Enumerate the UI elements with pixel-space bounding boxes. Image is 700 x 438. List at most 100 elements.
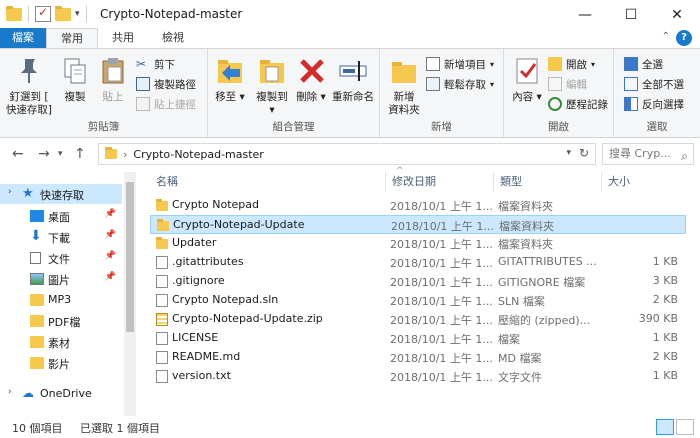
nav-item-desktop[interactable]: 桌面 📌 xyxy=(0,206,122,226)
nav-label: OneDrive xyxy=(40,387,92,400)
file-name: .gitattributes xyxy=(172,255,244,268)
close-button[interactable]: ✕ xyxy=(654,0,700,30)
nav-item-pdf[interactable]: PDF檔 xyxy=(0,311,122,331)
forward-arrow-icon[interactable]: → xyxy=(38,146,50,162)
table-row[interactable]: Crypto Notepad 2018/10/1 上午 1... 檔案資料夾 xyxy=(150,196,686,215)
copy-to-button[interactable]: 複製到 ▾ xyxy=(252,55,292,117)
nav-scrollbar[interactable] xyxy=(124,172,136,416)
edit-button[interactable]: 編輯 xyxy=(548,75,587,93)
pin-icon: 📌 xyxy=(104,272,116,282)
new-folder-button[interactable]: 新增 資料夾 xyxy=(386,55,422,117)
table-row[interactable]: Crypto-Notepad-Update 2018/10/1 上午 1... 檔案… xyxy=(150,215,686,234)
copy-path-button[interactable]: 複製路徑 xyxy=(136,75,196,93)
star-icon: ★ xyxy=(22,186,34,201)
history-button[interactable]: 歷程記錄 xyxy=(548,95,608,113)
column-header-type[interactable]: 類型 xyxy=(494,172,602,192)
properties-button[interactable]: 內容 ▾ xyxy=(510,55,544,104)
tab-view[interactable]: 檢視 xyxy=(148,28,198,48)
cut-button[interactable]: ✂ 剪下 xyxy=(136,55,175,73)
nav-item-assets[interactable]: 素材 xyxy=(0,332,122,352)
nav-label: 文件 xyxy=(48,253,70,266)
invert-selection-label: 反向選擇 xyxy=(642,98,684,111)
table-row[interactable]: .gitattributes 2018/10/1 上午 1... GITATTRIB… xyxy=(150,253,686,272)
refresh-icon[interactable]: ↻ xyxy=(579,146,589,160)
tab-share[interactable]: 共用 xyxy=(98,28,148,48)
file-list-scrollbar[interactable] xyxy=(688,172,700,416)
select-none-button[interactable]: 全部不選 xyxy=(624,75,684,93)
nav-item-documents[interactable]: 文件 📌 xyxy=(0,248,122,268)
file-date: 2018/10/1 上午 1... xyxy=(390,200,493,213)
help-icon[interactable]: ? xyxy=(676,30,692,46)
table-row[interactable]: version.txt 2018/10/1 上午 1... 文字文件 1 KB xyxy=(150,367,686,386)
cut-label: 剪下 xyxy=(154,58,175,71)
table-row[interactable]: .gitignore 2018/10/1 上午 1... GITIGNORE 檔案 3… xyxy=(150,272,686,291)
back-arrow-icon[interactable]: ← xyxy=(12,146,24,162)
nav-item-mp3[interactable]: MP3 xyxy=(0,290,122,310)
folder-icon xyxy=(30,294,44,306)
column-header-size[interactable]: 大小 xyxy=(602,172,686,192)
table-row[interactable]: LICENSE 2018/10/1 上午 1... 檔案 1 KB xyxy=(150,329,686,348)
paste-icon xyxy=(97,55,129,87)
table-row[interactable]: README.md 2018/10/1 上午 1... MD 檔案 2 KB xyxy=(150,348,686,367)
new-folder-label: 新增 資料夾 xyxy=(388,91,420,116)
nav-label: 圖片 xyxy=(48,274,70,287)
select-all-button[interactable]: 全選 xyxy=(624,55,663,73)
maximize-button[interactable]: ☐ xyxy=(608,0,654,30)
file-date: 2018/10/1 上午 1... xyxy=(390,238,493,251)
search-input[interactable]: 搜尋 Cryp... ⌕ xyxy=(602,143,694,165)
paste-button[interactable]: 貼上 xyxy=(96,55,130,104)
select-all-label: 全選 xyxy=(642,58,663,71)
pin-quick-access-button[interactable]: 釘選到 [ 快速存取] xyxy=(4,55,54,117)
nav-item-onedrive[interactable]: › ☁ OneDrive xyxy=(0,384,122,404)
table-row[interactable]: Crypto Notepad.sln 2018/10/1 上午 1... SLN 檔… xyxy=(150,291,686,310)
easy-access-button[interactable]: 輕鬆存取 ▾ xyxy=(426,75,494,93)
nav-item-downloads[interactable]: ⬇ 下載 📌 xyxy=(0,227,122,247)
breadcrumb[interactable]: Crypto-Notepad-master xyxy=(133,148,263,161)
title-bar: ✓ ▾ Crypto-Notepad-master — ☐ ✕ xyxy=(0,0,700,30)
copy-path-icon xyxy=(136,77,150,91)
address-bar[interactable]: › Crypto-Notepad-master ▾ ↻ xyxy=(98,143,596,165)
qat-dropdown-icon[interactable]: ▾ xyxy=(75,9,80,19)
recent-dropdown-icon[interactable]: ▾ xyxy=(58,149,63,159)
nav-item-quick-access[interactable]: › ★ 快速存取 xyxy=(0,184,122,204)
paste-shortcut-button[interactable]: 貼上捷徑 xyxy=(136,95,196,113)
minimize-button[interactable]: — xyxy=(562,0,608,30)
nav-label: 素材 xyxy=(48,337,70,350)
rename-button[interactable]: 重新命名 xyxy=(328,55,378,104)
nav-scrollbar-thumb[interactable] xyxy=(126,182,134,332)
copy-path-label: 複製路徑 xyxy=(154,78,196,91)
properties-check-icon[interactable]: ✓ xyxy=(35,5,51,22)
file-type: GITATTRIBUTES ... xyxy=(498,255,597,268)
table-row[interactable]: Updater 2018/10/1 上午 1... 檔案資料夾 xyxy=(150,234,686,253)
copy-button[interactable]: 複製 xyxy=(58,55,92,104)
copy-to-icon xyxy=(256,55,288,87)
new-folder-icon[interactable] xyxy=(55,5,71,21)
file-name: Crypto-Notepad-Update.zip xyxy=(172,312,323,325)
address-dropdown-icon[interactable]: ▾ xyxy=(566,148,571,158)
new-item-button[interactable]: 新增項目 ▾ xyxy=(426,55,494,73)
column-header-name[interactable]: 名稱 xyxy=(150,172,386,192)
details-view-icon[interactable] xyxy=(656,419,674,435)
group-clipboard: 釘選到 [ 快速存取] 複製 貼上 ✂ 剪下 複製路徑 貼上捷徑 剪貼簿 xyxy=(0,49,208,137)
invert-selection-button[interactable]: 反向選擇 xyxy=(624,95,684,113)
table-row[interactable]: Crypto-Notepad-Update.zip 2018/10/1 上午 1.… xyxy=(150,310,686,329)
open-button[interactable]: 開啟 ▾ xyxy=(548,55,595,73)
copy-label: 複製 xyxy=(64,91,86,103)
move-to-button[interactable]: 移至 ▾ xyxy=(212,55,248,104)
file-name: version.txt xyxy=(172,369,231,382)
tab-file[interactable]: 檔案 xyxy=(0,28,46,48)
ribbon-collapse-icon[interactable]: ⌃ xyxy=(662,31,670,42)
nav-item-videos[interactable]: 影片 xyxy=(0,353,122,373)
delete-button[interactable]: 刪除 ▾ xyxy=(296,55,326,104)
nav-item-pictures[interactable]: 圖片 📌 xyxy=(0,269,122,289)
column-header-date[interactable]: 修改日期 xyxy=(386,172,494,192)
move-to-icon xyxy=(214,55,246,87)
up-arrow-icon[interactable]: ↑ xyxy=(74,146,86,162)
large-icons-view-icon[interactable] xyxy=(676,419,694,435)
qat-separator xyxy=(85,6,87,22)
pin-icon xyxy=(13,55,45,87)
file-size: 1 KB xyxy=(652,255,678,268)
new-item-label: 新增項目 xyxy=(444,58,486,71)
tab-home[interactable]: 常用 xyxy=(46,28,98,48)
new-folder-icon xyxy=(388,55,420,87)
